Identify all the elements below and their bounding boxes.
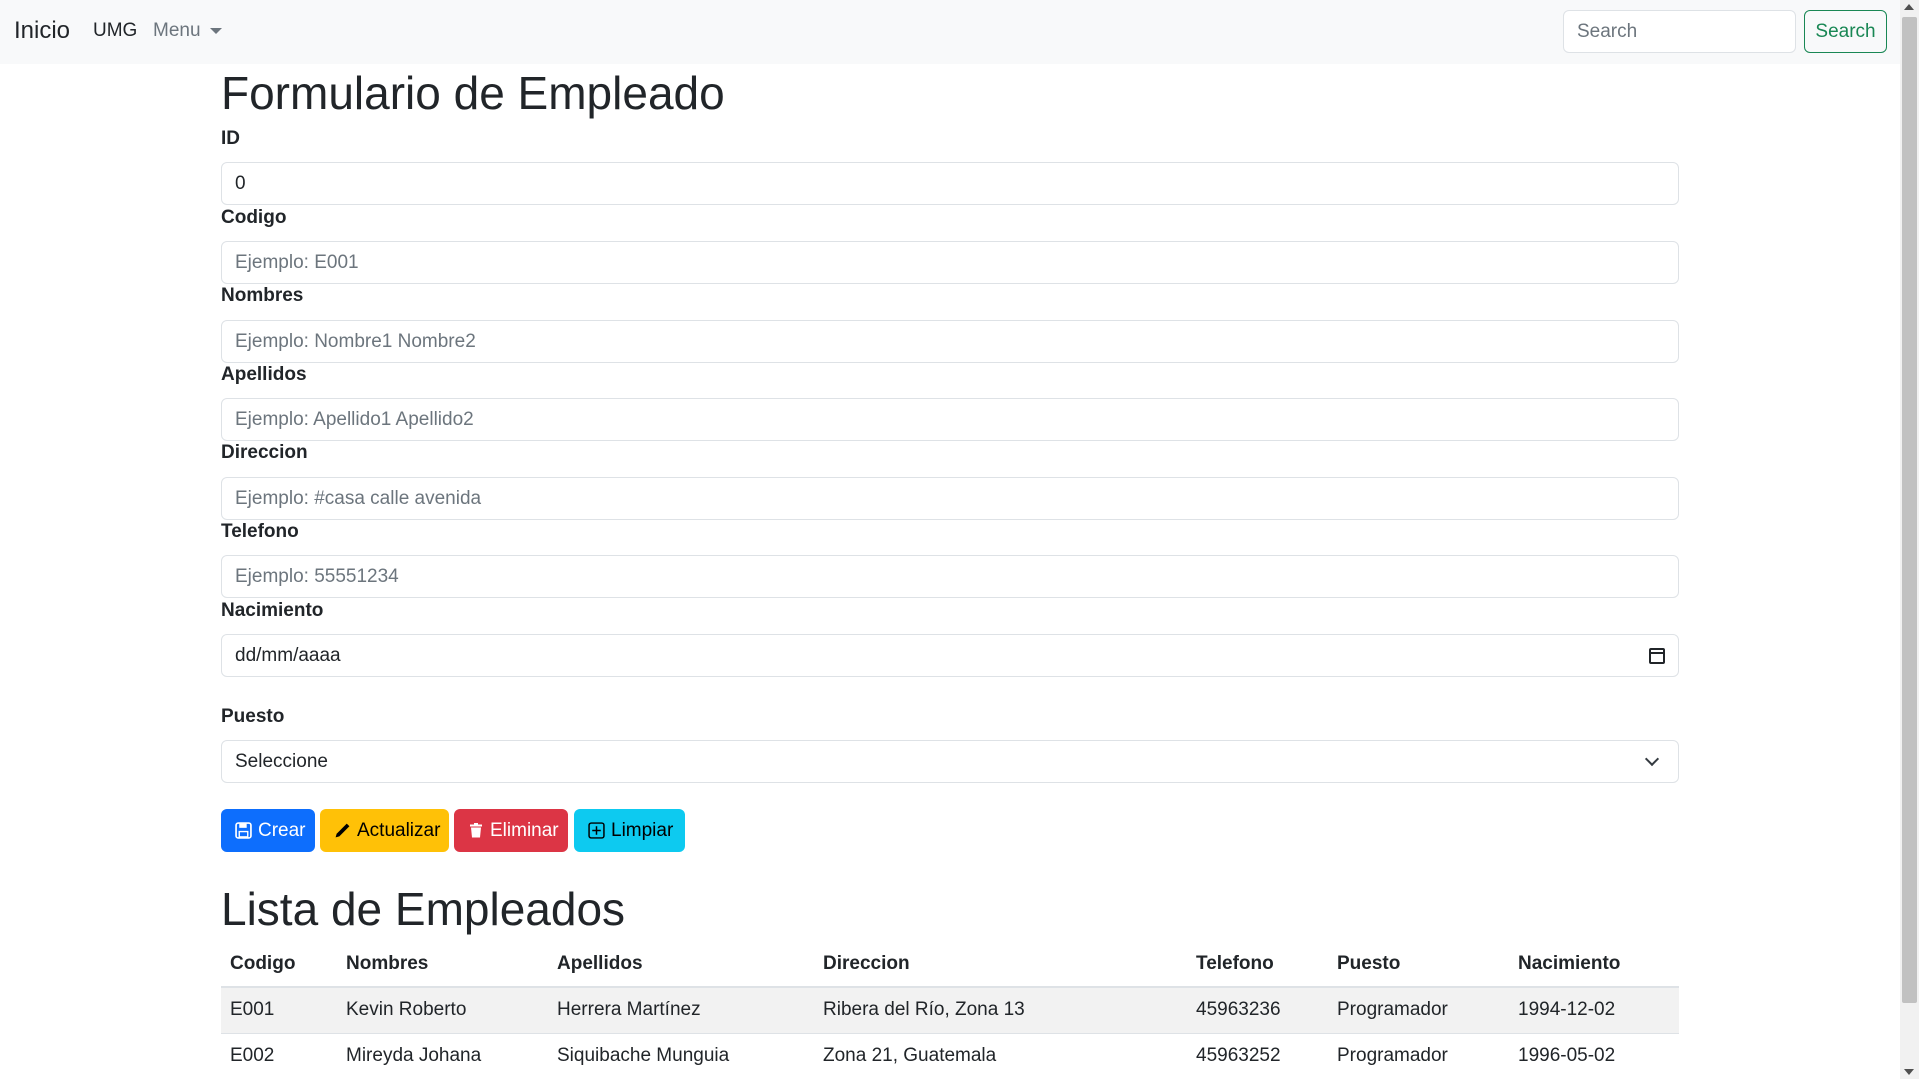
eliminar-label: Eliminar bbox=[490, 819, 559, 841]
nombres-label: Nombres bbox=[221, 285, 304, 306]
calendar-icon[interactable] bbox=[1649, 647, 1665, 664]
codigo-field[interactable] bbox=[221, 241, 1679, 284]
crear-button[interactable]: Crear bbox=[221, 809, 315, 852]
apellidos-field[interactable] bbox=[221, 398, 1679, 441]
id-label: ID bbox=[221, 128, 240, 149]
telefono-field[interactable] bbox=[221, 555, 1679, 598]
pencil-icon bbox=[334, 822, 351, 840]
search-input[interactable] bbox=[1563, 10, 1796, 53]
direccion-field[interactable] bbox=[221, 477, 1679, 520]
form-title: Formulario de Empleado bbox=[221, 67, 725, 119]
cell-nombres: Mireyda Johana bbox=[337, 1033, 548, 1079]
crear-label: Crear bbox=[258, 819, 306, 841]
header-nacimiento: Nacimiento bbox=[1509, 941, 1679, 988]
scroll-thumb[interactable] bbox=[1902, 17, 1917, 1003]
brand-link[interactable]: Inicio bbox=[14, 17, 70, 45]
cell-codigo: E002 bbox=[221, 1033, 337, 1079]
puesto-label: Puesto bbox=[221, 706, 285, 727]
eliminar-button[interactable]: Eliminar bbox=[454, 809, 568, 852]
date-value: dd/mm/aaaa bbox=[235, 644, 341, 666]
cell-apellidos: Siquibache Munguia bbox=[548, 1033, 814, 1079]
cell-codigo: E001 bbox=[221, 987, 337, 1034]
actualizar-label: Actualizar bbox=[357, 819, 441, 841]
cell-direccion: Ribera del Río, Zona 13 bbox=[814, 987, 1187, 1034]
header-nombres: Nombres bbox=[337, 941, 548, 988]
navbar: Inicio UMG Menu Search bbox=[0, 0, 1900, 64]
header-direccion: Direccion bbox=[814, 941, 1187, 988]
scroll-up-arrow-icon[interactable] bbox=[1904, 4, 1914, 10]
scroll-down-arrow-icon[interactable] bbox=[1904, 1069, 1914, 1075]
cell-telefono: 45963236 bbox=[1187, 987, 1328, 1034]
search-button[interactable]: Search bbox=[1804, 10, 1887, 53]
limpiar-label: Limpiar bbox=[611, 819, 674, 841]
save-icon bbox=[235, 822, 252, 840]
cell-apellidos: Herrera Martínez bbox=[548, 987, 814, 1034]
cell-direccion: Zona 21, Guatemala bbox=[814, 1033, 1187, 1079]
page-scrollbar[interactable] bbox=[1900, 0, 1919, 1079]
nacimiento-date-field[interactable]: dd/mm/aaaa bbox=[221, 634, 1679, 677]
plus-square-icon bbox=[588, 822, 605, 840]
header-telefono: Telefono bbox=[1187, 941, 1328, 988]
table-row[interactable]: E001 Kevin Roberto Herrera Martínez Ribe… bbox=[221, 987, 1679, 1034]
cell-puesto: Programador bbox=[1328, 1033, 1509, 1079]
header-puesto: Puesto bbox=[1328, 941, 1509, 988]
cell-nacimiento: 1996-05-02 bbox=[1509, 1033, 1679, 1079]
limpiar-button[interactable]: Limpiar bbox=[574, 809, 685, 852]
header-apellidos: Apellidos bbox=[548, 941, 814, 988]
apellidos-label: Apellidos bbox=[221, 364, 307, 385]
cell-nacimiento: 1994-12-02 bbox=[1509, 987, 1679, 1034]
cell-telefono: 45963252 bbox=[1187, 1033, 1328, 1079]
nav-link-umg[interactable]: UMG bbox=[93, 20, 137, 42]
employees-table: Codigo Nombres Apellidos Direccion Telef… bbox=[221, 941, 1679, 1079]
codigo-label: Codigo bbox=[221, 207, 287, 228]
nav-menu-dropdown[interactable]: Menu bbox=[153, 20, 222, 42]
table-header-row: Codigo Nombres Apellidos Direccion Telef… bbox=[221, 941, 1679, 988]
table-row[interactable]: E002 Mireyda Johana Siquibache Munguia Z… bbox=[221, 1033, 1679, 1079]
nav-menu-label: Menu bbox=[153, 20, 201, 41]
nacimiento-label: Nacimiento bbox=[221, 600, 324, 621]
actualizar-button[interactable]: Actualizar bbox=[320, 809, 449, 852]
cell-puesto: Programador bbox=[1328, 987, 1509, 1034]
puesto-select[interactable]: Seleccione bbox=[221, 740, 1679, 783]
id-field[interactable] bbox=[221, 162, 1679, 205]
telefono-label: Telefono bbox=[221, 521, 299, 542]
direccion-label: Direccion bbox=[221, 442, 308, 463]
trash-icon bbox=[468, 822, 484, 840]
puesto-selected-value: Seleccione bbox=[235, 750, 328, 772]
header-codigo: Codigo bbox=[221, 941, 337, 988]
caret-down-icon bbox=[209, 28, 222, 34]
nombres-field[interactable] bbox=[221, 320, 1679, 363]
cell-nombres: Kevin Roberto bbox=[337, 987, 548, 1034]
list-title: Lista de Empleados bbox=[221, 883, 626, 935]
chevron-down-icon bbox=[1644, 751, 1660, 767]
